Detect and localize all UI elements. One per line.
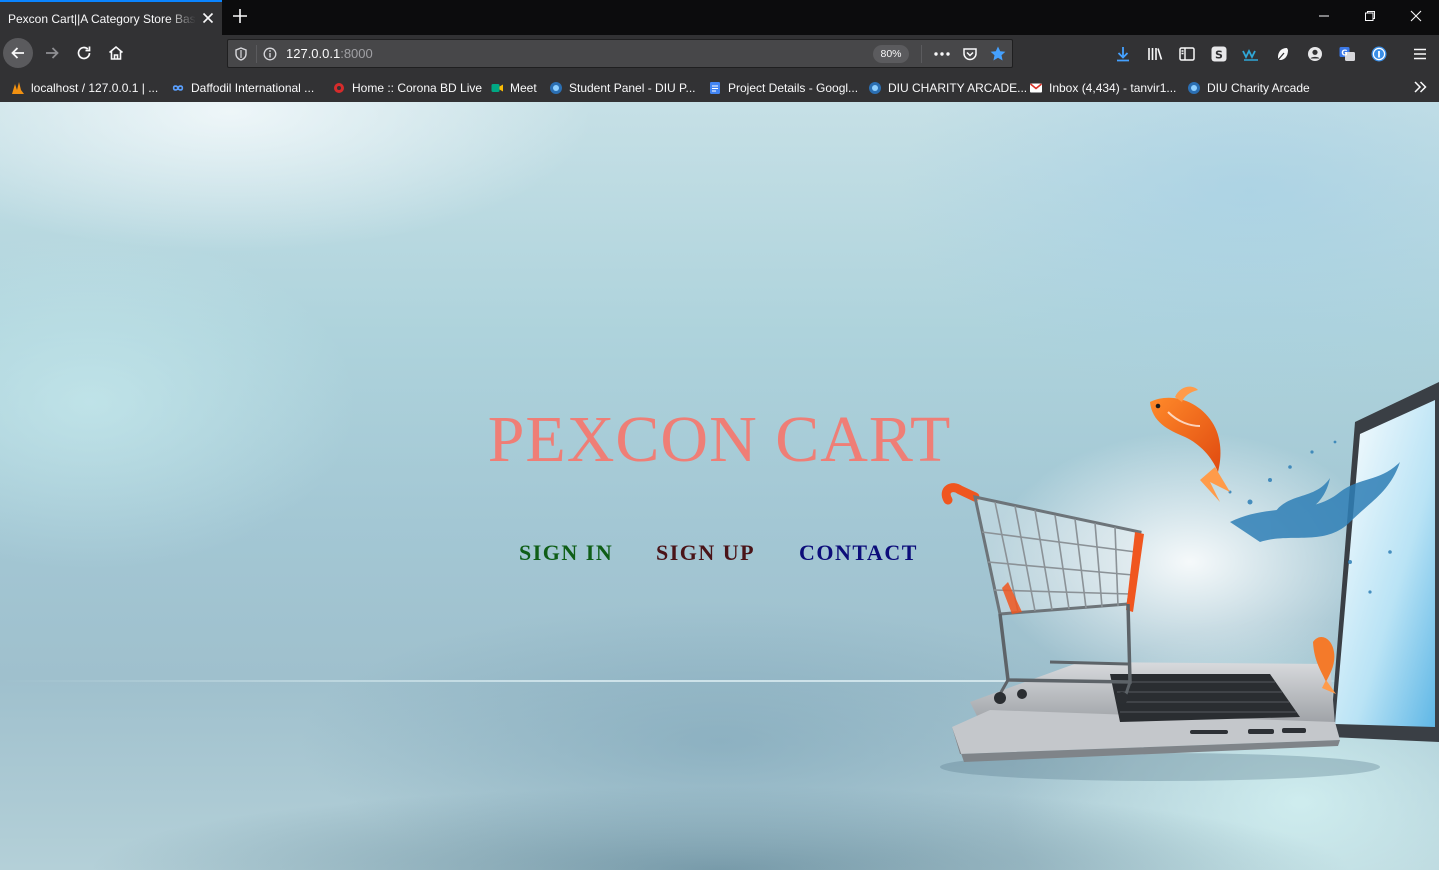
close-tab-icon[interactable] — [200, 10, 216, 26]
pocket-icon[interactable] — [961, 45, 979, 63]
site-info-icon[interactable] — [261, 45, 279, 63]
bookmark-label: Inbox (4,434) - tanvir1... — [1049, 80, 1177, 95]
url-host: 127.0.0.1 — [286, 46, 341, 61]
signin-link[interactable]: SIGN IN — [519, 540, 613, 566]
nav-bar: 127.0.0.1:8000 80% S G — [0, 35, 1439, 72]
bookmark-item[interactable]: DIU CHARITY ARCADE... — [868, 79, 1027, 96]
docs-icon — [710, 81, 720, 94]
tracking-shield-icon[interactable] — [232, 45, 250, 63]
bookmark-label: DIU CHARITY ARCADE... — [888, 80, 1028, 95]
bookmark-item[interactable]: localhost / 127.0.0.1 | ... — [11, 79, 158, 96]
diu-icon — [550, 81, 562, 94]
home-button[interactable] — [101, 38, 131, 68]
url-text[interactable]: 127.0.0.1:8000 — [286, 46, 373, 61]
page-viewport: PEXCON CART SIGN IN SIGN UP CONTACT — [0, 102, 1439, 870]
close-window-icon[interactable] — [1393, 0, 1439, 32]
phpmyadmin-icon — [12, 81, 24, 94]
svg-text:S: S — [1215, 49, 1223, 62]
translate-icon[interactable]: G — [1337, 44, 1357, 64]
tab-title: Pexcon Cart||A Category Store Based — [8, 11, 196, 26]
diu-icon — [1188, 81, 1200, 94]
bookmark-label: Meet — [510, 80, 537, 95]
url-separator — [921, 45, 922, 63]
reload-icon — [77, 46, 91, 60]
bookmark-item[interactable]: Inbox (4,434) - tanvir1... — [1029, 79, 1176, 96]
zoom-level-badge[interactable]: 80% — [873, 45, 909, 63]
bookmark-label: Project Details - Googl... — [728, 80, 859, 95]
sidebar-icon[interactable] — [1177, 44, 1197, 64]
page-actions-icon[interactable] — [933, 45, 951, 63]
extension-leaf-icon[interactable] — [1273, 44, 1293, 64]
bookmark-label: localhost / 127.0.0.1 | ... — [31, 80, 159, 95]
restore-icon[interactable] — [1347, 0, 1393, 32]
svg-text:G: G — [1341, 49, 1347, 58]
back-button[interactable] — [3, 38, 33, 68]
forward-button[interactable] — [37, 38, 67, 68]
bookmark-item[interactable]: Student Panel - DIU P... — [549, 79, 696, 96]
bookmark-label: DIU Charity Arcade — [1207, 80, 1310, 95]
bookmark-label: Student Panel - DIU P... — [569, 80, 696, 95]
url-port: :8000 — [340, 46, 373, 61]
bookmark-star-icon[interactable] — [989, 45, 1007, 63]
extension-s-icon[interactable]: S — [1209, 44, 1229, 64]
browser-tab[interactable]: Pexcon Cart||A Category Store Based — [0, 0, 222, 35]
hamburger-menu-icon[interactable] — [1410, 44, 1430, 64]
bookmark-label: Home :: Corona BD Live — [352, 80, 483, 95]
bookmarks-toolbar: localhost / 127.0.0.1 | ... Daffodil Int… — [0, 72, 1439, 102]
minimize-icon[interactable] — [1301, 0, 1347, 32]
account-icon[interactable] — [1305, 44, 1325, 64]
back-arrow-icon — [11, 47, 24, 59]
home-icon — [108, 45, 124, 60]
infinity-icon — [172, 84, 184, 91]
gmail-icon — [1029, 82, 1043, 92]
forward-arrow-icon — [46, 47, 59, 59]
tab-strip: Pexcon Cart||A Category Store Based — [0, 0, 1439, 35]
diu-icon — [869, 81, 881, 94]
bookmark-item[interactable]: DIU Charity Arcade — [1187, 79, 1310, 96]
library-icon[interactable] — [1145, 44, 1165, 64]
contact-link[interactable]: CONTACT — [799, 540, 918, 566]
extension-info-icon[interactable] — [1369, 44, 1389, 64]
extension-wave-icon[interactable] — [1241, 44, 1261, 64]
bookmark-item[interactable]: Daffodil International ... — [171, 79, 314, 96]
bookmark-item[interactable]: Meet — [490, 79, 537, 96]
hero-illustration — [940, 382, 1439, 781]
address-bar[interactable]: 127.0.0.1:8000 80% — [227, 39, 1013, 68]
new-tab-icon[interactable] — [230, 6, 250, 26]
bookmark-label: Daffodil International ... — [191, 80, 315, 95]
chevron-double-right-icon[interactable] — [1411, 78, 1429, 96]
corona-icon — [334, 82, 344, 93]
signup-link[interactable]: SIGN UP — [656, 540, 755, 566]
bookmark-item[interactable]: Project Details - Googl... — [708, 79, 858, 96]
reload-button[interactable] — [69, 38, 99, 68]
downloads-icon[interactable] — [1113, 44, 1133, 64]
bookmark-item[interactable]: Home :: Corona BD Live — [332, 79, 482, 96]
meet-icon — [491, 83, 503, 92]
